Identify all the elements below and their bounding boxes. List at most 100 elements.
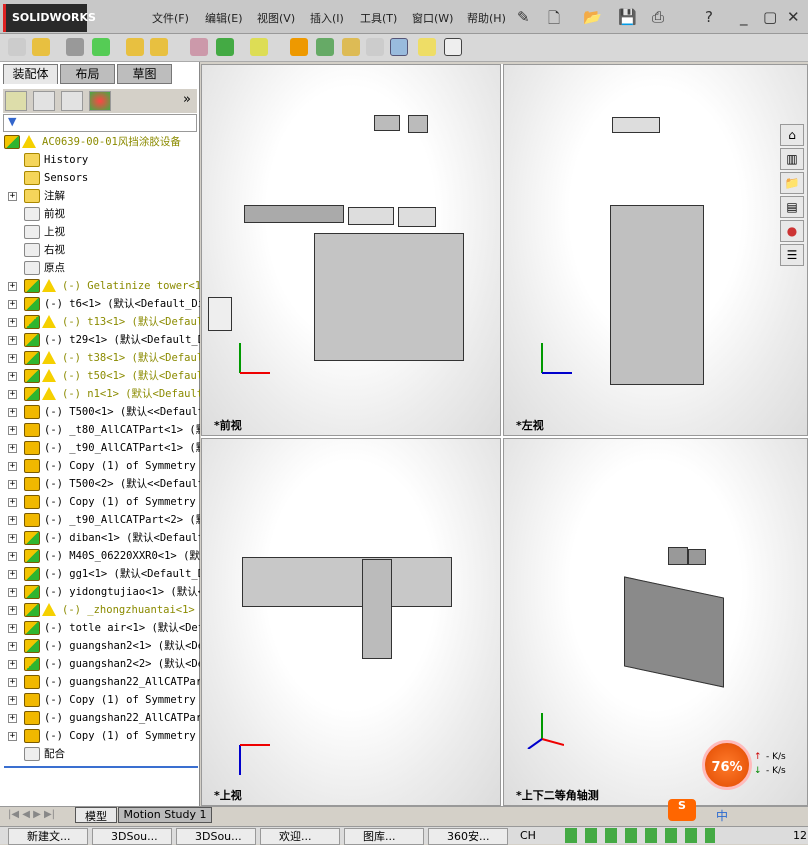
ime-mode[interactable]: 中 [716,807,728,824]
exploded-view-icon[interactable] [342,38,360,56]
feature-manager-icon[interactable] [5,91,27,111]
viewport-left[interactable]: *左视 [503,64,808,436]
appearances-icon[interactable]: ● [780,220,804,242]
expand-icon[interactable]: + [8,678,17,687]
expand-icon[interactable]: + [8,624,17,633]
tab-sketch[interactable]: 草图 [117,64,172,84]
expand-icon[interactable]: + [8,480,17,489]
open-icon[interactable]: 📂 [583,8,602,26]
network-speed-widget[interactable]: 76% [702,740,752,790]
tree-item[interactable]: 原点 [0,259,200,277]
tree-item[interactable]: 前视 [0,205,200,223]
tree-item[interactable]: + (-) _zhongzhuantai<1> ( [0,601,200,619]
tab-layout[interactable]: 布局 [60,64,115,84]
tree-item[interactable]: + (-) totle air<1> (默认<Def [0,619,200,637]
close-icon[interactable]: ✕ [787,8,800,26]
expand-icon[interactable]: + [8,588,17,597]
viewport-top[interactable]: *上视 [201,438,501,806]
file-explorer-icon[interactable]: 📁 [780,172,804,194]
display-manager-icon[interactable] [89,91,111,111]
pin-icon[interactable]: ✎ [517,8,530,26]
edit-component-icon[interactable] [8,38,26,56]
expand-icon[interactable]: + [8,498,17,507]
explode-line-sketch-icon[interactable] [366,38,384,56]
custom-properties-icon[interactable]: ☰ [780,244,804,266]
tree-item[interactable]: + (-) Copy (1) of Symmetry o [0,691,200,709]
tree-item[interactable]: + (-) guangshan22_AllCATPart [0,709,200,727]
smart-fasteners-icon[interactable] [126,38,144,56]
expand-icon[interactable]: + [8,408,17,417]
expand-icon[interactable]: + [8,516,17,525]
tree-item[interactable]: 右视 [0,241,200,259]
show-hidden-icon[interactable] [190,38,208,56]
expand-icon[interactable]: + [8,570,17,579]
save-icon[interactable]: 💾 [618,8,637,26]
tab-scroll-arrows[interactable]: |◀ ◀ ▶ ▶| [8,809,55,820]
tree-item[interactable]: + (-) _t80_AllCATPart<1> (默 [0,421,200,439]
tree-item[interactable]: + 注解 [0,187,200,205]
expand-icon[interactable]: + [8,390,17,399]
help-icon[interactable]: ? [705,8,713,26]
tree-item[interactable]: + (-) Copy (1) of Symmetry o [0,493,200,511]
assembly-visualization-icon[interactable] [444,38,462,56]
viewport-front[interactable]: *前视 [201,64,501,436]
taskbar-item[interactable]: 3DSou... [92,828,172,845]
design-library-icon[interactable]: ▥ [780,148,804,170]
menu-window[interactable]: 窗口(W) [412,10,453,26]
system-tray-icons[interactable] [565,828,715,843]
menu-insert[interactable]: 插入(I) [310,10,344,26]
new-document-icon[interactable]: 🗋 [548,8,560,33]
tree-item[interactable]: + (-) Gelatinize tower<1> [0,277,200,295]
taskbar-item[interactable]: 新建文... [8,828,88,845]
menu-help[interactable]: 帮助(H) [467,10,506,26]
expand-icon[interactable]: + [8,300,17,309]
tree-item[interactable]: + (-) T500<2> (默认<<Default [0,475,200,493]
home-icon[interactable]: ⌂ [780,124,804,146]
move-component-icon[interactable] [150,38,168,56]
tree-item[interactable]: + (-) t6<1> (默认<Default_Di [0,295,200,313]
expand-icon[interactable]: + [8,606,17,615]
property-manager-icon[interactable] [33,91,55,111]
bill-of-materials-icon[interactable] [316,38,334,56]
tree-item[interactable]: + (-) M40S_06220XXR0<1> (默i [0,547,200,565]
viewport-isometric[interactable]: *上下二等角轴测 [503,438,808,806]
menu-file[interactable]: 文件(F) [152,10,189,26]
taskbar-item[interactable]: 欢迎... [260,828,340,845]
expand-icon[interactable]: + [8,534,17,543]
tree-item[interactable]: + (-) t29<1> (默认<Default_D [0,331,200,349]
menu-edit[interactable]: 编辑(E) [205,10,243,26]
tree-item[interactable]: + (-) yidongtujiao<1> (默认< [0,583,200,601]
minimize-icon[interactable]: _ [740,8,748,26]
tree-item[interactable]: History [0,151,200,169]
tab-motion-study[interactable]: Motion Study 1 [118,807,212,823]
expand-icon[interactable]: + [8,372,17,381]
new-motion-study-icon[interactable] [290,38,308,56]
tree-item[interactable]: + (-) gg1<1> (默认<Default_D [0,565,200,583]
expand-icon[interactable]: + [8,444,17,453]
expand-icon[interactable]: + [8,696,17,705]
tab-model[interactable]: 模型 [75,807,117,823]
tree-item[interactable]: + (-) guangshan2<2> (默认<De [0,655,200,673]
menu-tools[interactable]: 工具(T) [360,10,397,26]
expand-icon[interactable]: + [8,282,17,291]
tree-item[interactable]: + (-) t50<1> (默认<Defaul [0,367,200,385]
tree-item[interactable]: + (-) t13<1> (默认<Defaul [0,313,200,331]
taskbar-item[interactable]: 360安... [428,828,508,845]
expand-icon[interactable]: + [8,318,17,327]
expand-icon[interactable]: + [8,732,17,741]
linear-pattern-icon[interactable] [92,38,110,56]
clearance-verification-icon[interactable] [418,38,436,56]
tree-item[interactable]: + (-) guangshan2<1> (默认<De [0,637,200,655]
tree-item[interactable]: 上视 [0,223,200,241]
expand-icon[interactable]: + [8,336,17,345]
tree-item[interactable]: + (-) _t90_AllCATPart<2> (默 [0,511,200,529]
view-palette-icon[interactable]: ▤ [780,196,804,218]
restore-icon[interactable]: ▢ [763,8,777,26]
taskbar-item[interactable]: 图库... [344,828,424,845]
tree-item[interactable]: + (-) _t90_AllCATPart<1> (默 [0,439,200,457]
tree-item[interactable]: + (-) guangshan22_AllCATPart [0,673,200,691]
print-icon[interactable]: ⎙ [652,8,664,26]
expand-icon[interactable]: + [8,660,17,669]
assembly-features-icon[interactable] [216,38,234,56]
expand-icon[interactable]: + [8,642,17,651]
